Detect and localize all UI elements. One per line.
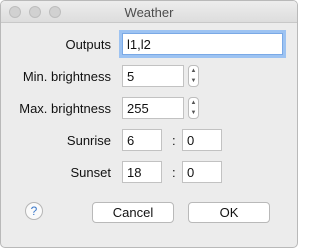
- stepper-up-icon[interactable]: ▲: [189, 66, 198, 76]
- sunrise-label: Sunrise: [66, 133, 111, 148]
- max-brightness-label: Max. brightness: [19, 101, 111, 116]
- window-title: Weather: [124, 5, 174, 20]
- outputs-input[interactable]: [122, 33, 283, 55]
- ok-button[interactable]: OK: [188, 202, 270, 223]
- sunrise-hour-input[interactable]: [122, 129, 162, 151]
- sunset-minute-input[interactable]: [182, 161, 222, 183]
- min-brightness-input[interactable]: [122, 65, 184, 87]
- stepper-down-icon[interactable]: ▼: [189, 108, 198, 118]
- cancel-button[interactable]: Cancel: [92, 202, 174, 223]
- max-brightness-stepper[interactable]: ▲ ▼: [188, 97, 199, 119]
- outputs-label: Outputs: [65, 37, 111, 52]
- min-brightness-label: Min. brightness: [22, 69, 111, 84]
- sunrise-minute-input[interactable]: [182, 129, 222, 151]
- sunset-separator: :: [172, 165, 176, 180]
- stepper-up-icon[interactable]: ▲: [189, 98, 198, 108]
- sunset-hour-input[interactable]: [122, 161, 162, 183]
- help-button[interactable]: ?: [25, 202, 43, 220]
- sunrise-separator: :: [172, 133, 176, 148]
- max-brightness-input[interactable]: [122, 97, 184, 119]
- weather-dialog: Weather Outputs Min. brightness ▲ ▼ Max.…: [0, 0, 298, 248]
- sunset-label: Sunset: [70, 165, 111, 180]
- stepper-down-icon[interactable]: ▼: [189, 76, 198, 86]
- title-bar[interactable]: Weather: [1, 1, 297, 23]
- min-brightness-stepper[interactable]: ▲ ▼: [188, 65, 199, 87]
